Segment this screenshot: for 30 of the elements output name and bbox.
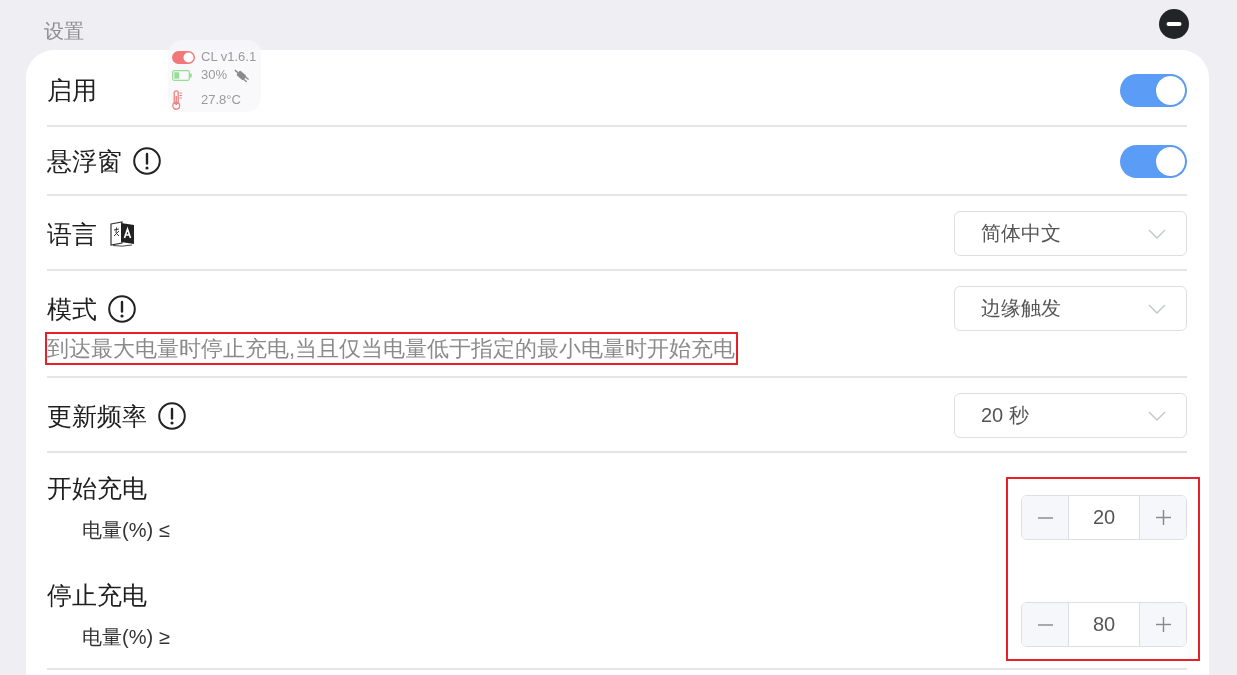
toggle-icon: [172, 50, 195, 64]
setting-label: 更新频率: [47, 400, 147, 432]
info-icon[interactable]: [108, 294, 136, 323]
page-title: 设置: [44, 19, 84, 44]
version-text: CL v1.6.1: [201, 49, 257, 65]
condition-label: 电量(%) ≤: [82, 518, 170, 543]
translate-icon: [110, 220, 135, 247]
setting-description: 到达最大电量时停止充电,当且仅当电量低于指定的最小电量时开始充电: [45, 332, 739, 365]
thermometer-icon: [172, 90, 183, 110]
setting-label: 语言: [47, 218, 97, 250]
dropdown[interactable]: 简体中文: [954, 211, 1187, 256]
temperature-text: 27.8°C: [201, 92, 241, 108]
minus-circle-icon[interactable]: [1159, 9, 1189, 39]
dropdown[interactable]: 20 秒: [954, 393, 1187, 438]
battery-icon: [172, 69, 192, 81]
setting-label: 模式: [47, 293, 97, 325]
toggle-switch[interactable]: [1120, 144, 1187, 178]
condition-label: 电量(%) ≥: [82, 625, 170, 650]
chevron-down-icon: [1148, 228, 1166, 239]
info-icon[interactable]: [133, 147, 161, 175]
info-icon[interactable]: [158, 401, 186, 430]
battery-percent: 30%: [201, 67, 228, 83]
toggle-switch[interactable]: [1120, 73, 1187, 107]
dropdown[interactable]: 边缘触发: [954, 286, 1187, 331]
chevron-down-icon: [1148, 303, 1166, 314]
setting-label: 启用: [47, 75, 97, 106]
setting-label: 悬浮窗: [47, 146, 122, 177]
chevron-down-icon: [1148, 410, 1166, 421]
setting-label: 开始充电: [47, 474, 147, 502]
setting-label: 停止充电: [47, 581, 147, 609]
